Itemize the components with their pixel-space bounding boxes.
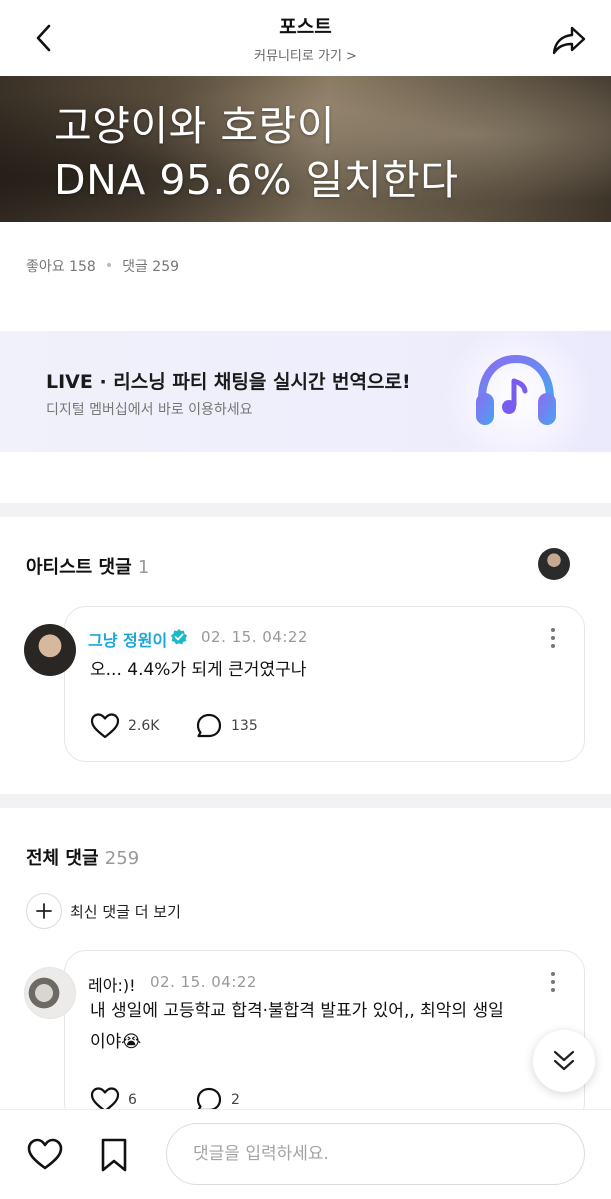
comment-text: 내 생일에 고등학교 합격·불합격 발표가 있어,, 최악의 생일이야😭 [90, 1001, 504, 1052]
comment-reply-count: 2 [231, 1092, 240, 1108]
community-link[interactable]: 커뮤니티로 가기 > [254, 45, 357, 64]
stats-separator: • [104, 258, 114, 274]
comment-author[interactable]: 레아:)! [88, 972, 136, 996]
comment-reply-count: 135 [231, 718, 258, 734]
all-comments-label: 전체 댓글 [26, 848, 99, 869]
avatar[interactable] [24, 624, 76, 676]
comment-reply-button[interactable]: 135 [195, 712, 258, 740]
artist-avatar-small[interactable] [538, 548, 570, 580]
comment-timestamp: 02. 15. 04:22 [201, 628, 308, 646]
more-vertical-icon [551, 644, 555, 648]
all-comments-heading: 전체 댓글 259 [26, 844, 139, 870]
comment-count: 댓글 259 [122, 259, 180, 275]
artist-comments-label: 아티스트 댓글 [26, 557, 132, 578]
comment-input[interactable] [166, 1123, 585, 1185]
page-title: 포스트 [279, 16, 332, 38]
comment-timestamp: 02. 15. 04:22 [150, 973, 257, 991]
avatar[interactable] [24, 967, 76, 1019]
promo-banner[interactable]: LIVE · 리스닝 파티 채팅을 실시간 번역으로! 디지털 멤버십에서 바로… [0, 331, 611, 452]
more-options-button[interactable] [543, 625, 563, 651]
more-vertical-icon [551, 980, 555, 984]
comment-like-button[interactable]: 2.6K [90, 712, 159, 740]
share-icon [552, 26, 586, 55]
comment-author[interactable]: 그냥 정원이 [88, 627, 167, 651]
top-header: 포스트 커뮤니티로 가기 > [0, 0, 611, 76]
bottom-action-bar [0, 1109, 611, 1199]
comment-like-count: 2.6K [128, 718, 160, 734]
double-chevron-down-icon [553, 1050, 575, 1071]
post-image[interactable]: 고양이와 호랑이 DNA 95.6% 일치한다 [0, 76, 611, 222]
more-vertical-icon [551, 988, 555, 992]
post-stats: 좋아요 158 • 댓글 259 [26, 256, 179, 276]
banner-title: LIVE · 리스닝 파티 채팅을 실시간 번역으로! [46, 371, 411, 393]
header-title-group: 포스트 커뮤니티로 가기 > [0, 12, 611, 64]
more-options-button[interactable] [543, 969, 563, 995]
more-vertical-icon [551, 972, 555, 976]
artist-comments-heading: 아티스트 댓글 1 [26, 553, 149, 579]
headphones-music-icon [476, 354, 556, 425]
speech-bubble-icon [196, 713, 222, 738]
bookmark-button[interactable] [98, 1137, 130, 1177]
post-image-text-line2: DNA 95.6% 일치한다 [54, 156, 459, 204]
share-button[interactable] [549, 20, 589, 60]
verified-badge-icon [171, 629, 187, 645]
like-count: 좋아요 158 [26, 259, 96, 275]
scroll-to-bottom-button[interactable] [533, 1030, 595, 1092]
more-latest-label: 최신 댓글 더 보기 [70, 902, 181, 921]
artist-comments-count: 1 [137, 557, 150, 578]
heart-icon [90, 713, 120, 739]
more-vertical-icon [551, 628, 555, 632]
comment-text: 오... 4.4%가 되게 큰거였구나 [90, 660, 307, 680]
banner-subtitle: 디지털 멤버십에서 바로 이용하세요 [46, 402, 253, 418]
section-divider [0, 794, 611, 808]
more-vertical-icon [551, 636, 555, 640]
section-divider [0, 503, 611, 517]
comment-like-count: 6 [128, 1092, 137, 1108]
post-image-text-line1: 고양이와 호랑이 [54, 102, 336, 150]
post-like-button[interactable] [26, 1137, 64, 1175]
bookmark-icon [101, 1138, 127, 1172]
more-latest-comments-button[interactable]: 최신 댓글 더 보기 [26, 893, 181, 929]
plus-icon [26, 893, 62, 929]
heart-icon [27, 1138, 63, 1170]
all-comments-count: 259 [104, 848, 140, 869]
